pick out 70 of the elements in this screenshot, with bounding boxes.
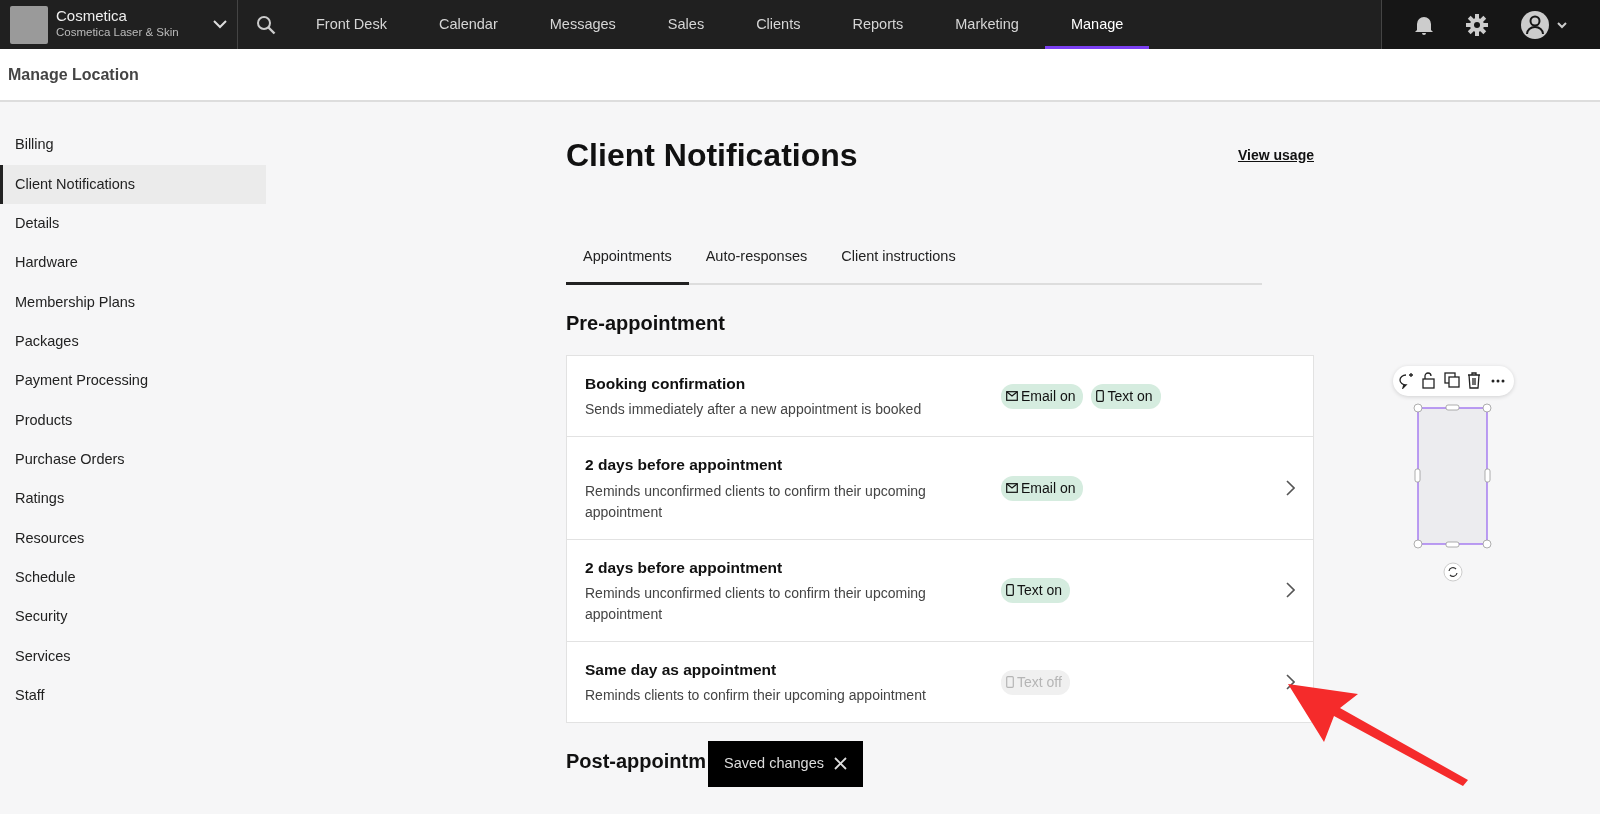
logo-icon [10,5,48,44]
status-badge: Text off [1001,669,1070,695]
notification-description: Reminds unconfirmed clients to confirm their upcoming appointment [585,481,927,522]
sidebar-item[interactable]: Resources [0,519,266,558]
notification-title: Booking confirmation [585,374,747,395]
email-icon [1006,483,1018,493]
chevron-down-icon[interactable] [213,20,227,29]
lock-icon[interactable] [1421,372,1436,389]
nav-link[interactable]: Clients [730,0,827,49]
nav-link[interactable]: Reports [826,0,930,49]
sidebar-item[interactable]: Client Notifications [0,165,266,204]
notification-description: Sends immediately after a new appointment is booked [585,400,923,420]
account-icon[interactable] [1520,9,1568,40]
notification-row[interactable]: Booking confirmation Sends immediately after a new appointment is booked Email on Text on [566,355,1314,438]
nav-link[interactable]: Calendar [412,0,524,49]
location-name: Cosmetica Laser & Skin [56,25,179,41]
notification-title: 2 days before appointment [585,455,784,476]
status-badge: Text on [1001,577,1071,603]
nav-link[interactable]: Messages [523,0,642,49]
sidebar-item[interactable]: Ratings [0,480,266,519]
notification-row[interactable]: 2 days before appointment Reminds unconfirmed clients to confirm their upcoming appointment Text on [566,539,1314,642]
notification-title: Same day as appointment [585,659,778,680]
duplicate-icon[interactable] [1444,372,1460,389]
phone-icon [1096,390,1105,403]
nav-link[interactable]: Front Desk [290,0,413,49]
close-icon[interactable] [833,757,847,771]
sidebar-item[interactable]: Services [0,637,266,676]
delete-icon[interactable] [1467,372,1481,389]
tab[interactable]: Appointments [566,236,689,286]
page-title: Manage Location [8,64,139,85]
comment-icon[interactable] [1398,372,1415,389]
settings-icon[interactable] [1466,13,1488,36]
view-usage-link[interactable]: View usage [1238,144,1314,166]
nav-link[interactable]: Sales [641,0,731,49]
status-badge: Text on [1091,383,1161,409]
nav-link[interactable]: Marketing [929,0,1045,49]
section-heading: Post-appointm [566,749,706,774]
sidebar-item[interactable]: Packages [0,322,266,362]
status-badge: Email on [1001,475,1084,501]
notification-description: Reminds unconfirmed clients to confirm their upcoming appointment [585,583,927,624]
sidebar-item[interactable]: Schedule [0,558,266,598]
sidebar-item[interactable]: Staff [0,676,266,716]
brand-name: Cosmetica [56,7,128,25]
sidebar-item[interactable]: Billing [0,126,266,165]
tab[interactable]: Client instructions [824,236,973,286]
phone-icon [1006,676,1014,688]
notification-row[interactable]: 2 days before appointment Reminds unconfirmed clients to confirm their upcoming appointment Email on [566,437,1314,540]
email-icon [1006,391,1018,402]
page-heading: Client Notifications [566,136,858,175]
notification-title: 2 days before appointment [585,557,784,578]
status-badge: Email on [1001,383,1084,409]
toast-message: Saved changes [724,754,824,773]
chevron-right-icon[interactable] [1286,582,1295,599]
sidebar-item[interactable]: Security [0,598,266,637]
rotate-icon[interactable] [1443,562,1463,582]
sidebar-item[interactable]: Hardware [0,244,266,283]
phone-icon [1006,584,1014,597]
more-icon[interactable] [1491,379,1505,383]
section-heading: Pre-appointment [566,311,726,336]
sidebar-item[interactable]: Payment Processing [0,362,266,401]
chevron-right-icon[interactable] [1286,480,1295,496]
sidebar-item[interactable]: Products [0,401,266,440]
notification-description: Reminds clients to confirm their upcoming appointment [585,686,927,706]
search-icon[interactable] [256,14,276,35]
chevron-right-icon[interactable] [1286,674,1295,690]
sidebar-item[interactable]: Membership Plans [0,283,266,322]
sidebar-item[interactable]: Purchase Orders [0,440,266,480]
sidebar-item[interactable]: Details [0,204,266,244]
notification-row[interactable]: Same day as appointment Reminds clients to confirm their upcoming appointment Text off [566,641,1314,724]
tab[interactable]: Auto-responses [688,236,825,286]
